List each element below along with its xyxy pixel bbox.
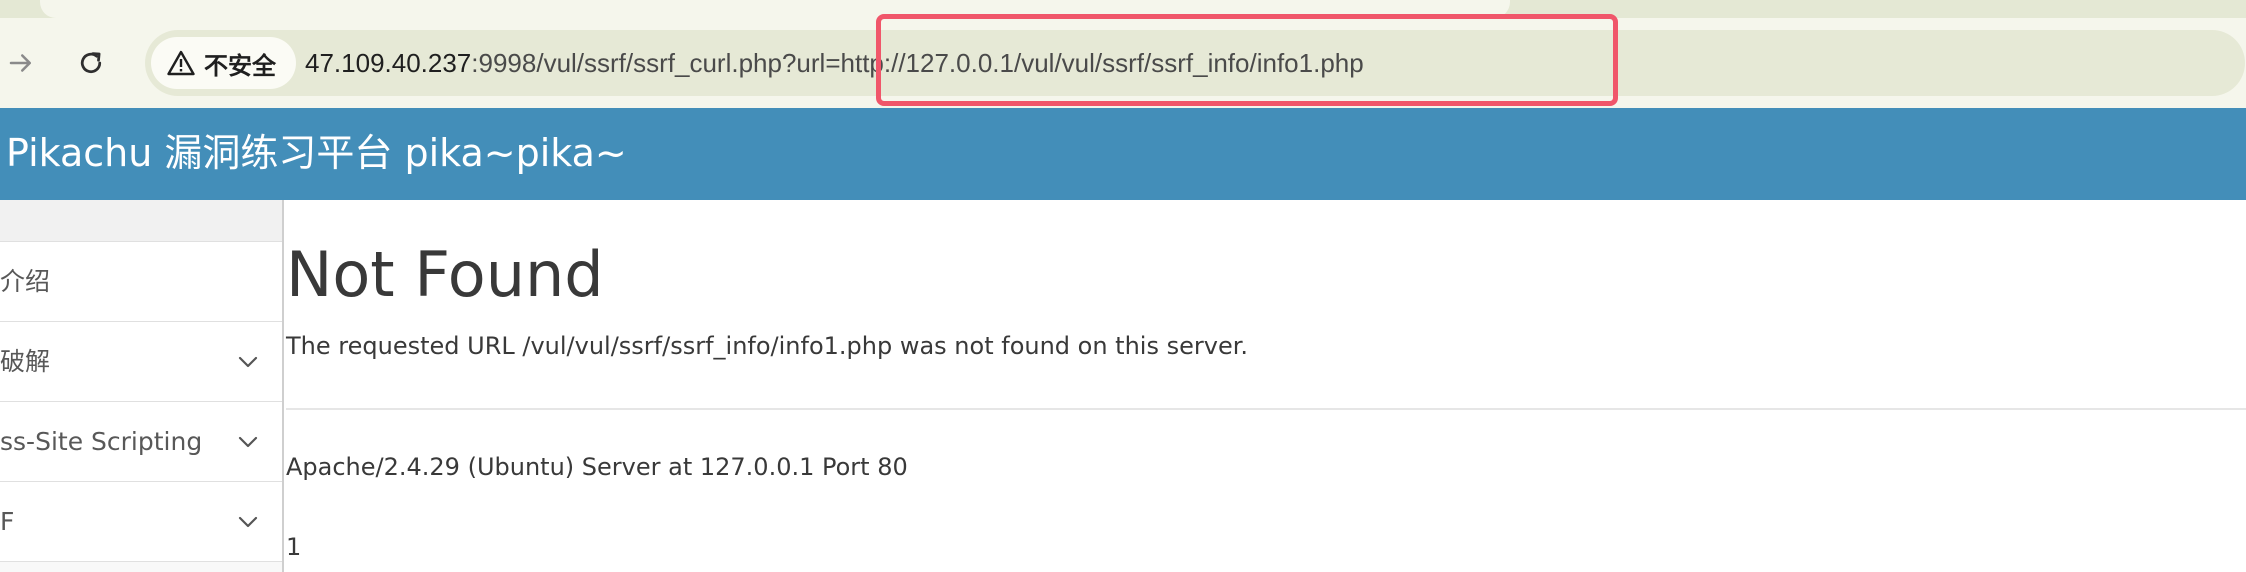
arrow-right-icon <box>9 54 31 72</box>
reload-button[interactable] <box>64 36 118 90</box>
sidebar-item-label: 破解 <box>0 347 51 376</box>
address-bar[interactable]: 不安全 47.109.40.237:9998/vul/ssrf/ssrf_cur… <box>145 30 2245 96</box>
url-text[interactable]: 47.109.40.237:9998/vul/ssrf/ssrf_curl.ph… <box>305 30 1364 96</box>
sidebar-item-xss[interactable]: ss-Site Scripting <box>0 402 282 482</box>
sidebar-item-bruteforce[interactable]: 破解 <box>0 322 282 402</box>
warning-triangle-icon <box>167 50 195 76</box>
active-tab[interactable] <box>40 0 1510 18</box>
reload-icon <box>80 52 102 74</box>
error-message: The requested URL /vul/vul/ssrf/ssrf_inf… <box>286 332 1249 360</box>
security-label: 不安全 <box>204 51 276 80</box>
sidebar-item-label: ss-Site Scripting <box>0 427 203 456</box>
browser-toolbar: 不安全 47.109.40.237:9998/vul/ssrf/ssrf_cur… <box>0 18 2246 108</box>
divider <box>286 408 2246 410</box>
server-signature: Apache/2.4.29 (Ubuntu) Server at 127.0.0… <box>286 453 908 481</box>
sidebar: 介绍 破解 ss-Site Scripting F <box>0 200 284 572</box>
app-title[interactable]: Pikachu 漏洞练习平台 pika~pika~ <box>6 108 627 200</box>
sidebar-item-label: F <box>0 507 15 536</box>
tab-strip <box>0 0 2246 18</box>
chevron-down-icon <box>238 356 258 368</box>
chevron-down-icon <box>238 436 258 448</box>
sidebar-item-csrf[interactable]: F <box>0 482 282 562</box>
sidebar-top-strip <box>0 200 282 242</box>
error-heading: Not Found <box>286 238 604 311</box>
main-content: Not Found The requested URL /vul/vul/ssr… <box>286 200 2246 572</box>
output-text: 1 <box>286 533 302 561</box>
url-host: 47.109.40.237 <box>305 48 472 78</box>
security-indicator[interactable]: 不安全 <box>151 37 296 89</box>
chevron-down-icon <box>238 516 258 528</box>
forward-button[interactable] <box>0 36 48 90</box>
sidebar-item-intro[interactable]: 介绍 <box>0 242 282 322</box>
url-path: :9998/vul/ssrf/ssrf_curl.php?url=http://… <box>471 48 1364 78</box>
sidebar-item-label: 介绍 <box>0 267 51 296</box>
app-header: Pikachu 漏洞练习平台 pika~pika~ <box>0 108 2246 200</box>
